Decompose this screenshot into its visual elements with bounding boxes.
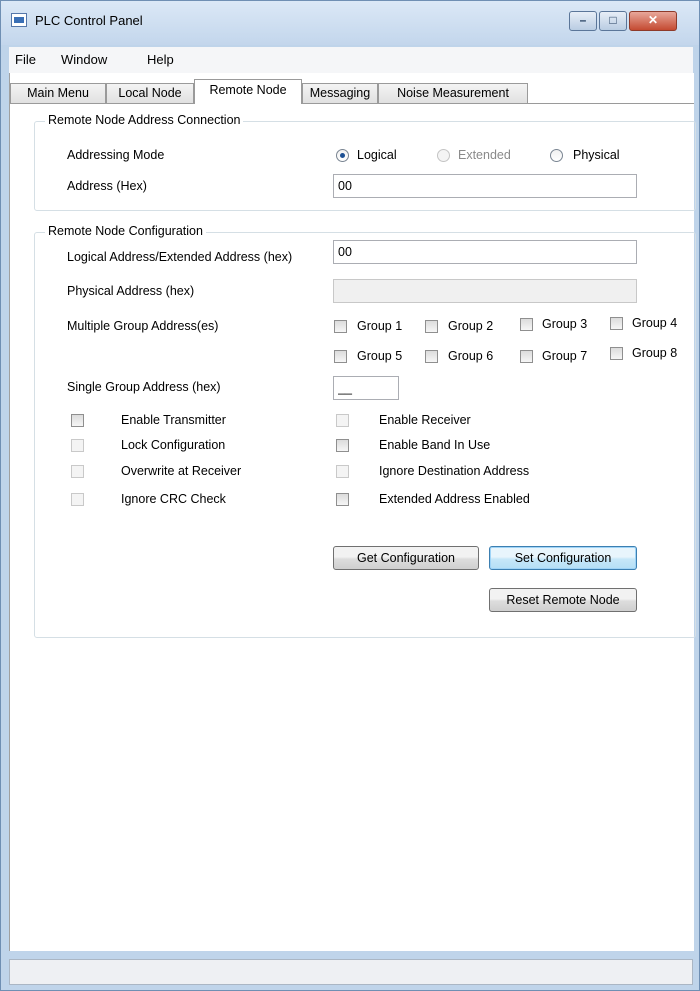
set-configuration-button[interactable]: Set Configuration — [489, 546, 637, 570]
plc-app-icon — [11, 13, 27, 27]
physical-address-label: Physical Address (hex) — [67, 284, 195, 298]
ignore-crc-checkbox — [71, 493, 84, 506]
lock-configuration-checkbox — [71, 439, 84, 452]
group-2-label: Group 2 — [448, 319, 494, 333]
app-window: PLC Control Panel – □ ✕ File Window Help… — [0, 0, 700, 991]
extended-address-checkbox[interactable] — [336, 493, 349, 506]
menu-file[interactable]: File — [15, 52, 36, 67]
address-hex-input[interactable] — [333, 174, 637, 198]
address-hex-label: Address (Hex) — [67, 179, 147, 193]
overwrite-receiver-checkbox — [71, 465, 84, 478]
configuration-title: Remote Node Configuration — [45, 224, 206, 238]
enable-receiver-label: Enable Receiver — [379, 413, 471, 427]
enable-receiver-checkbox — [336, 414, 349, 427]
group-3-label: Group 3 — [542, 317, 588, 331]
enable-band-in-use-checkbox[interactable] — [336, 439, 349, 452]
radio-logical[interactable] — [336, 149, 349, 162]
overwrite-receiver-label: Overwrite at Receiver — [121, 464, 242, 478]
group-1-checkbox[interactable] — [334, 320, 347, 333]
single-group-input[interactable] — [333, 376, 399, 400]
group-7-label: Group 7 — [542, 349, 588, 363]
group-7-checkbox[interactable] — [520, 350, 533, 363]
logical-address-label: Logical Address/Extended Address (hex) — [67, 250, 293, 264]
window-title: PLC Control Panel — [35, 13, 143, 28]
tab-noise-measurement[interactable]: Noise Measurement — [378, 83, 528, 103]
radio-extended — [437, 149, 450, 162]
logical-address-input[interactable] — [333, 240, 637, 264]
group-6-checkbox[interactable] — [425, 350, 438, 363]
radio-physical[interactable] — [550, 149, 563, 162]
close-icon: ✕ — [647, 13, 659, 27]
menu-bar: File Window Help — [9, 47, 693, 73]
configuration-group: Remote Node Configuration Logical Addres… — [34, 224, 696, 638]
title-bar[interactable]: PLC Control Panel – □ ✕ — [1, 1, 699, 45]
menu-help[interactable]: Help — [147, 52, 174, 67]
address-connection-group: Remote Node Address Connection Addressin… — [34, 113, 696, 211]
tab-container: Main Menu Local Node Remote Node Messagi… — [9, 73, 696, 951]
enable-band-in-use-label: Enable Band In Use — [379, 438, 491, 452]
get-configuration-button[interactable]: Get Configuration — [333, 546, 479, 570]
menu-window[interactable]: Window — [61, 52, 107, 67]
lock-configuration-label: Lock Configuration — [121, 438, 226, 452]
reset-remote-node-button[interactable]: Reset Remote Node — [489, 588, 637, 612]
minimize-button[interactable]: – — [569, 11, 597, 31]
group-1-label: Group 1 — [357, 319, 403, 333]
extended-address-label: Extended Address Enabled — [379, 492, 530, 506]
status-bar — [9, 959, 693, 985]
group-5-label: Group 5 — [357, 349, 403, 363]
tab-strip-border — [10, 103, 694, 104]
single-group-label: Single Group Address (hex) — [67, 380, 221, 394]
tab-remote-node[interactable]: Remote Node — [194, 79, 302, 104]
address-connection-title: Remote Node Address Connection — [45, 113, 244, 127]
group-4-checkbox[interactable] — [610, 317, 623, 330]
addressing-mode-label: Addressing Mode — [67, 148, 165, 162]
multiple-group-label: Multiple Group Address(es) — [67, 319, 219, 333]
enable-transmitter-label: Enable Transmitter — [121, 413, 226, 427]
tab-local-node[interactable]: Local Node — [106, 83, 194, 103]
group-2-checkbox[interactable] — [425, 320, 438, 333]
radio-physical-label: Physical — [573, 148, 620, 162]
tab-main-menu[interactable]: Main Menu — [10, 83, 106, 103]
ignore-destination-label: Ignore Destination Address — [379, 464, 530, 478]
tab-strip: Main Menu Local Node Remote Node Messagi… — [10, 79, 694, 104]
radio-extended-label: Extended — [458, 148, 511, 162]
group-5-checkbox[interactable] — [334, 350, 347, 363]
maximize-button[interactable]: □ — [599, 11, 627, 31]
ignore-destination-checkbox — [336, 465, 349, 478]
maximize-icon: □ — [609, 13, 617, 27]
enable-transmitter-checkbox[interactable] — [71, 414, 84, 427]
minimize-icon: – — [579, 13, 587, 27]
physical-address-input — [333, 279, 637, 303]
group-8-checkbox[interactable] — [610, 347, 623, 360]
group-4-label: Group 4 — [632, 316, 678, 330]
tab-messaging[interactable]: Messaging — [302, 83, 378, 103]
ignore-crc-label: Ignore CRC Check — [121, 492, 226, 506]
group-6-label: Group 6 — [448, 349, 494, 363]
group-3-checkbox[interactable] — [520, 318, 533, 331]
close-button[interactable]: ✕ — [629, 11, 677, 31]
radio-logical-label: Logical — [357, 148, 397, 162]
group-8-label: Group 8 — [632, 346, 678, 360]
